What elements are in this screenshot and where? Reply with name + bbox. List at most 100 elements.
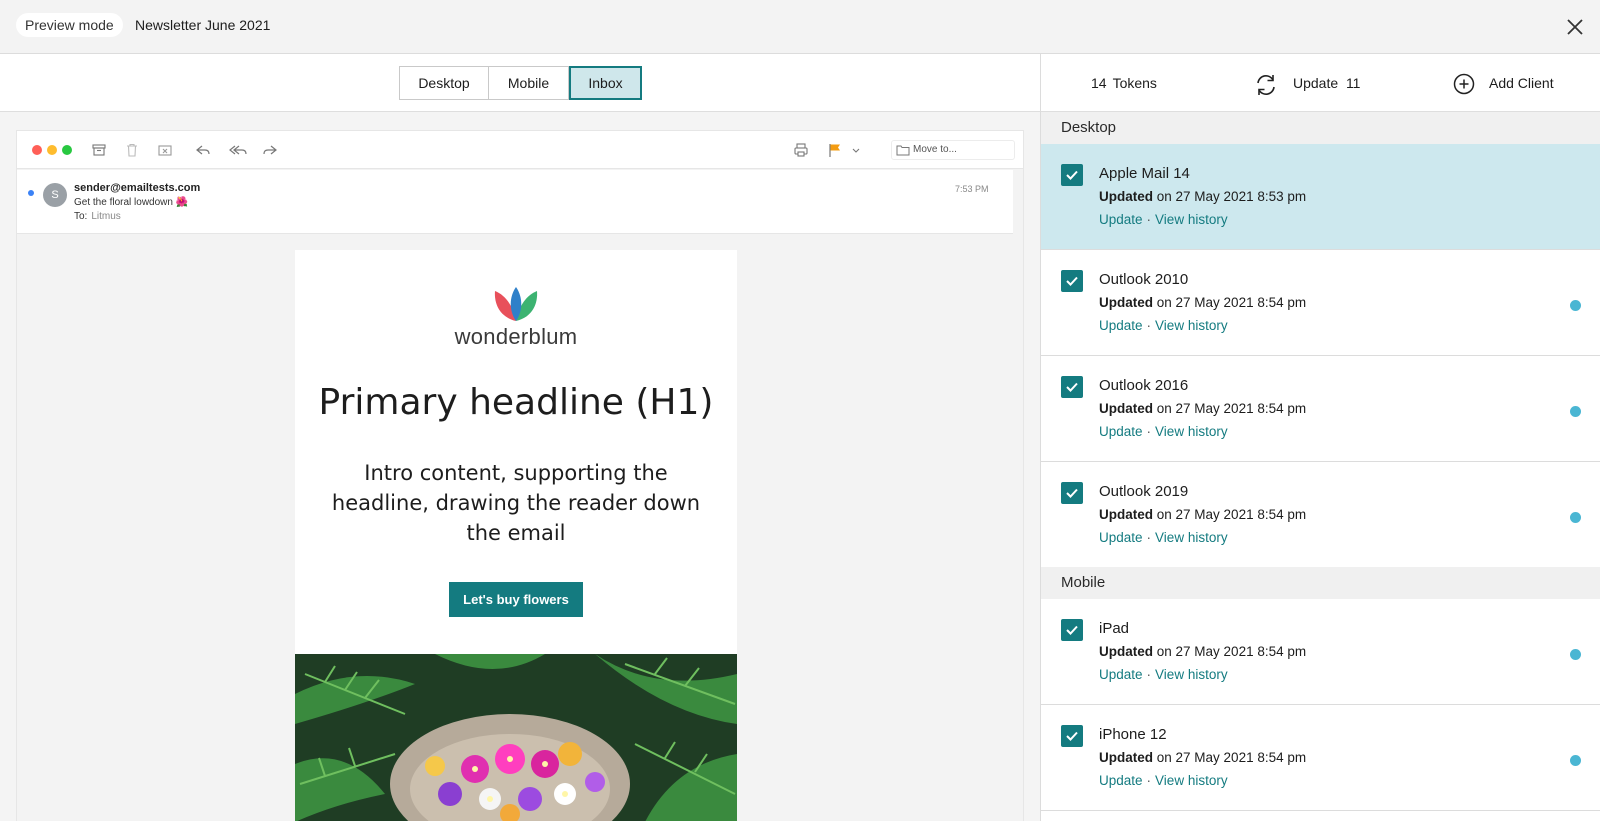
client-name: iPhone 12 [1099,726,1167,743]
buy-flowers-button[interactable]: Let's buy flowers [449,582,583,617]
client-name: Outlook 2016 [1099,377,1189,394]
client-row-outlook-2019[interactable]: Outlook 2019 Updated on 27 May 2021 8:54… [1041,462,1600,568]
mail-toolbar: Move to... [17,131,1023,169]
sender-address: sender@emailtests.com [74,182,201,194]
check-icon [1066,488,1078,498]
client-history-link[interactable]: View history [1155,773,1228,788]
check-icon [1066,170,1078,180]
window-zoom-icon[interactable] [62,145,72,155]
status-dot [1570,300,1581,311]
folder-icon [896,145,910,156]
client-checkbox[interactable] [1061,164,1083,186]
message-subject: Get the floral lowdown 🌺 [74,197,189,208]
hero-image [295,654,737,821]
client-toolbar: 14 Tokens Update 11 Add Client [1041,54,1600,112]
client-row-ipad[interactable]: iPad Updated on 27 May 2021 8:54 pm Upda… [1041,599,1600,705]
section-desktop: Desktop [1041,112,1600,144]
client-row-apple-mail-14[interactable]: Apple Mail 14 Updated on 27 May 2021 8:5… [1041,144,1600,250]
mail-client-window: Move to... S sender@emailtests.com Get t… [16,130,1024,821]
client-links: Update · View history [1099,212,1228,227]
client-history-link[interactable]: View history [1155,530,1228,545]
intro-text: Intro content, supporting the headline, … [331,461,701,545]
trash-icon[interactable] [124,142,140,158]
client-checkbox[interactable] [1061,482,1083,504]
status-dot [1570,649,1581,660]
client-checkbox[interactable] [1061,725,1083,747]
client-history-link[interactable]: View history [1155,667,1228,682]
tab-inbox[interactable]: Inbox [569,66,642,100]
client-updated: Updated on 27 May 2021 8:54 pm [1099,401,1307,416]
check-icon [1066,625,1078,635]
top-bar: Preview mode Newsletter June 2021 [0,0,1600,54]
move-to-placeholder: Move to... [913,144,957,155]
client-links: Update · View history [1099,667,1228,682]
tab-desktop[interactable]: Desktop [399,66,489,100]
client-links: Update · View history [1099,424,1228,439]
add-client-button[interactable]: Add Client [1453,73,1554,98]
view-tabs: Desktop Mobile Inbox [399,66,642,100]
client-update-link[interactable]: Update [1099,318,1143,333]
move-to-field[interactable]: Move to... [891,140,1015,160]
status-dot [1570,406,1581,417]
window-close-icon[interactable] [32,145,42,155]
tokens-counter: 14 Tokens [1091,75,1157,91]
chevron-down-icon[interactable] [851,142,861,158]
client-updated: Updated on 27 May 2021 8:54 pm [1099,507,1307,522]
status-dot [1570,512,1581,523]
client-update-link[interactable]: Update [1099,667,1143,682]
add-client-label: Add Client [1489,75,1554,91]
close-icon[interactable] [1564,16,1586,38]
brand-name: wonderblum [454,324,578,349]
print-icon[interactable] [793,142,809,158]
email-body: wonderblum Primary headline (H1) Intro c… [295,250,737,821]
client-history-link[interactable]: View history [1155,318,1228,333]
client-checkbox[interactable] [1061,376,1083,398]
status-dot [1570,755,1581,766]
archive-icon[interactable] [91,142,107,158]
client-name: Outlook 2019 [1099,483,1189,500]
client-row-iphone-12[interactable]: iPhone 12 Updated on 27 May 2021 8:54 pm… [1041,705,1600,811]
to-value: Litmus [91,211,121,222]
tab-mobile[interactable]: Mobile [489,66,569,100]
wonderblum-logo-icon [494,287,538,321]
avatar: S [43,183,67,207]
client-update-link[interactable]: Update [1099,212,1143,227]
client-history-link[interactable]: View history [1155,424,1228,439]
preview-panel: Desktop Mobile Inbox Move to... S sender… [0,54,1040,821]
update-label: Update [1293,75,1339,91]
client-row-outlook-2010[interactable]: Outlook 2010 Updated on 27 May 2021 8:54… [1041,250,1600,356]
client-row-outlook-2016[interactable]: Outlook 2016 Updated on 27 May 2021 8:54… [1041,356,1600,462]
client-panel: 14 Tokens Update 11 Add Client Desktop Ap… [1040,54,1600,821]
client-links: Update · View history [1099,530,1228,545]
client-update-link[interactable]: Update [1099,530,1143,545]
forward-icon[interactable] [262,142,278,158]
check-icon [1066,276,1078,286]
client-checkbox[interactable] [1061,619,1083,641]
check-icon [1066,731,1078,741]
client-updated: Updated on 27 May 2021 8:54 pm [1099,750,1307,765]
section-mobile: Mobile [1041,567,1600,599]
reply-icon[interactable] [195,142,211,158]
client-updated: Updated on 27 May 2021 8:54 pm [1099,295,1307,310]
tokens-count: 14 [1091,75,1107,91]
reply-all-icon[interactable] [228,142,248,158]
client-name: iPad [1099,620,1130,637]
check-icon [1066,382,1078,392]
window-minimize-icon[interactable] [47,145,57,155]
update-all-button[interactable]: Update 11 [1253,73,1360,100]
client-update-link[interactable]: Update [1099,773,1143,788]
refresh-icon [1257,75,1275,95]
flag-icon[interactable] [827,142,843,158]
client-updated: Updated on 27 May 2021 8:54 pm [1099,644,1307,659]
plus-circle-icon [1453,73,1475,95]
client-checkbox[interactable] [1061,270,1083,292]
to-label: To: [74,211,88,222]
client-update-link[interactable]: Update [1099,424,1143,439]
document-title: Newsletter June 2021 [135,17,271,33]
client-links: Update · View history [1099,318,1228,333]
client-name: Apple Mail 14 [1099,165,1190,182]
junk-icon[interactable] [157,142,173,158]
client-history-link[interactable]: View history [1155,212,1228,227]
recipient-line: To: Litmus [74,211,121,222]
update-count: 11 [1345,75,1361,91]
